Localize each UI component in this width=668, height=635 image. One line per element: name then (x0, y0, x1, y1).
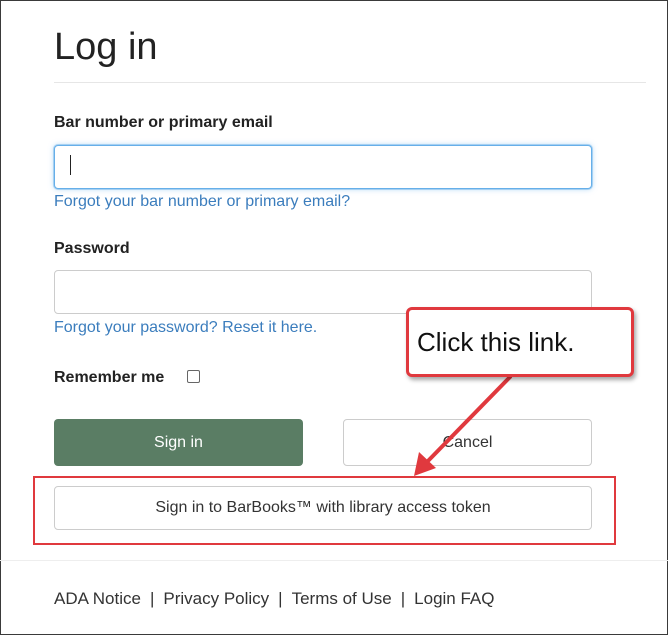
sign-in-button[interactable]: Sign in (54, 419, 303, 466)
footer-separator: | (400, 589, 406, 608)
footer-link-ada-notice[interactable]: ADA Notice (54, 589, 141, 608)
footer-link-terms-of-use[interactable]: Terms of Use (292, 589, 392, 608)
annotation-highlight-box (33, 476, 616, 545)
remember-me-checkbox[interactable] (187, 370, 200, 383)
remember-me-label: Remember me (54, 369, 165, 386)
text-caret (70, 155, 71, 175)
forgot-password-link[interactable]: Forgot your password? Reset it here. (54, 319, 317, 337)
footer-link-privacy-policy[interactable]: Privacy Policy (163, 589, 269, 608)
footer-separator: | (149, 589, 155, 608)
login-input[interactable] (54, 145, 592, 189)
footer-links: ADA Notice | Privacy Policy | Terms of Use | L… (54, 589, 494, 609)
cancel-button[interactable]: Cancel (343, 419, 592, 466)
footer-divider (0, 560, 668, 561)
footer-separator: | (278, 589, 283, 608)
login-label: Bar number or primary email (54, 114, 273, 131)
footer-link-login-faq[interactable]: Login FAQ (414, 589, 494, 608)
forgot-login-link[interactable]: Forgot your bar number or primary email? (54, 193, 350, 211)
annotation-callout: Click this link. (406, 307, 634, 377)
title-divider (54, 82, 646, 83)
page-title: Log in (54, 26, 158, 68)
password-label: Password (54, 240, 130, 257)
